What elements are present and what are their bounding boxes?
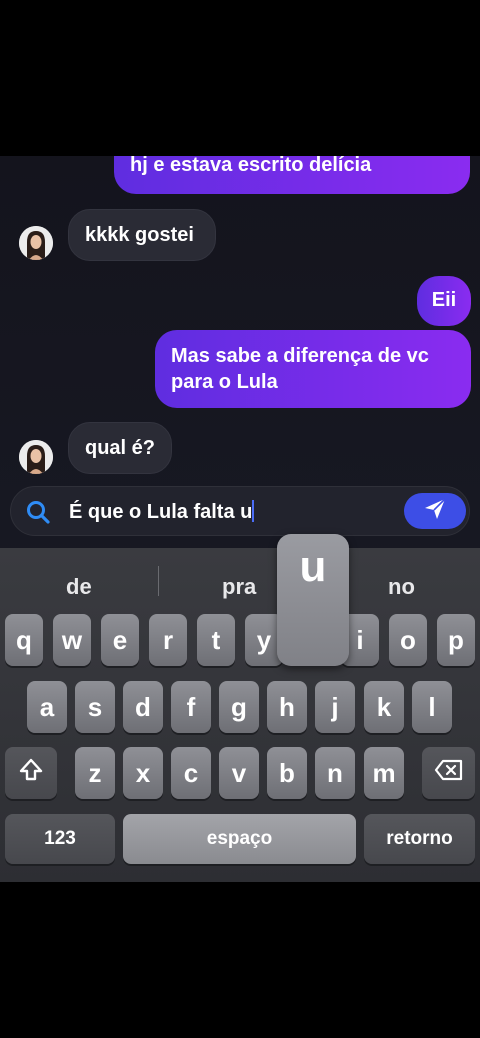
message-bubble-sent: Eii (417, 276, 471, 326)
message-text: kkkk gostei (85, 224, 194, 246)
key-z[interactable]: z (75, 747, 115, 799)
key-l[interactable]: l (412, 681, 452, 733)
key-h[interactable]: h (267, 681, 307, 733)
backspace-key[interactable] (422, 747, 475, 799)
backspace-icon (434, 758, 464, 789)
suggestion-item[interactable]: de (66, 574, 92, 600)
key-w[interactable]: w (53, 614, 91, 666)
avatar[interactable] (19, 226, 53, 260)
key-r[interactable]: r (149, 614, 187, 666)
message-bubble-sent: Mas sabe a diferença de vc para o Lula (155, 330, 471, 408)
message-text: qual é? (85, 437, 156, 459)
key-n[interactable]: n (315, 747, 355, 799)
avatar[interactable] (19, 440, 53, 474)
message-text-line: para o Lula (171, 371, 278, 393)
shift-key[interactable] (5, 747, 57, 799)
numbers-key[interactable]: 123 (5, 814, 115, 864)
key-s[interactable]: s (75, 681, 115, 733)
key-p[interactable]: p (437, 614, 475, 666)
suggestion-item[interactable]: pra (222, 574, 256, 600)
key-k[interactable]: k (364, 681, 404, 733)
key-u-popup[interactable]: u (277, 534, 349, 666)
key-j[interactable]: j (315, 681, 355, 733)
key-d[interactable]: d (123, 681, 163, 733)
send-button[interactable] (404, 493, 466, 529)
key-v[interactable]: v (219, 747, 259, 799)
key-x[interactable]: x (123, 747, 163, 799)
message-text: Eii (431, 289, 457, 311)
message-input[interactable]: É que o Lula falta u (69, 500, 255, 524)
key-g[interactable]: g (219, 681, 259, 733)
send-icon (423, 497, 447, 526)
message-input-bar[interactable]: É que o Lula falta u (10, 486, 470, 536)
key-f[interactable]: f (171, 681, 211, 733)
chat-screen: hj e estava escrito delícia kkkk gostei … (0, 156, 480, 882)
message-text-line: Mas sabe a diferença de vc (171, 345, 429, 367)
shift-icon (18, 757, 44, 790)
key-a[interactable]: a (27, 681, 67, 733)
suggestion-divider (158, 566, 159, 596)
key-o[interactable]: o (389, 614, 427, 666)
message-text: hj e estava escrito delícia (130, 156, 372, 176)
key-m[interactable]: m (364, 747, 404, 799)
text-cursor (252, 500, 255, 522)
search-icon[interactable] (25, 499, 51, 530)
key-q[interactable]: q (5, 614, 43, 666)
key-t[interactable]: t (197, 614, 235, 666)
return-key[interactable]: retorno (364, 814, 475, 864)
key-e[interactable]: e (101, 614, 139, 666)
key-b[interactable]: b (267, 747, 307, 799)
input-value: É que o Lula falta u (69, 501, 253, 523)
space-key[interactable]: espaço (123, 814, 356, 864)
message-bubble-received: qual é? (68, 422, 172, 474)
key-u-popup-label: u (299, 542, 327, 591)
suggestion-item[interactable]: no (388, 574, 415, 600)
message-bubble-sent: hj e estava escrito delícia (114, 156, 470, 194)
message-bubble-received: kkkk gostei (68, 209, 216, 261)
key-c[interactable]: c (171, 747, 211, 799)
